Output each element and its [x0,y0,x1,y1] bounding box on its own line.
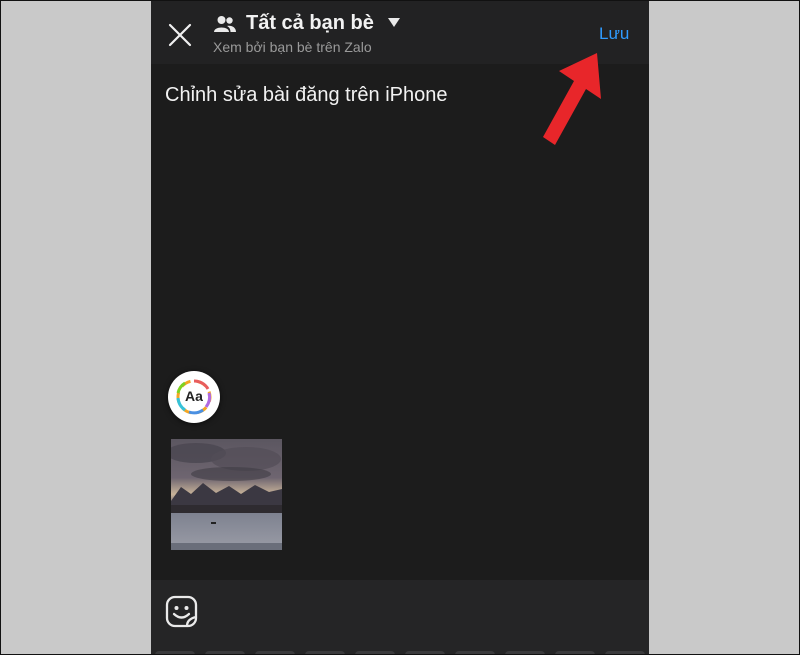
friends-icon[interactable] [214,15,236,33]
post-text-input[interactable]: Chỉnh sửa bài đăng trên iPhone [165,84,447,107]
text-style-button[interactable]: Aa [168,371,220,423]
attached-photo-thumbnail[interactable] [171,439,282,550]
media-strip-edge [155,651,645,654]
close-icon[interactable] [165,20,195,50]
audience-subtitle: Xem bởi bạn bè trên Zalo [213,39,372,55]
text-style-label: Aa [185,388,203,404]
save-button[interactable]: Lưu [599,24,629,44]
caret-down-icon[interactable] [388,18,400,28]
red-arrow-icon [543,53,601,145]
audience-title[interactable]: Tất cả bạn bè [246,12,374,35]
screenshot-frame: Tất cả bạn bè Xem bởi bạn bè trên Zalo L… [0,0,800,655]
sticker-icon[interactable] [165,595,198,628]
composer-toolbar [151,580,649,654]
